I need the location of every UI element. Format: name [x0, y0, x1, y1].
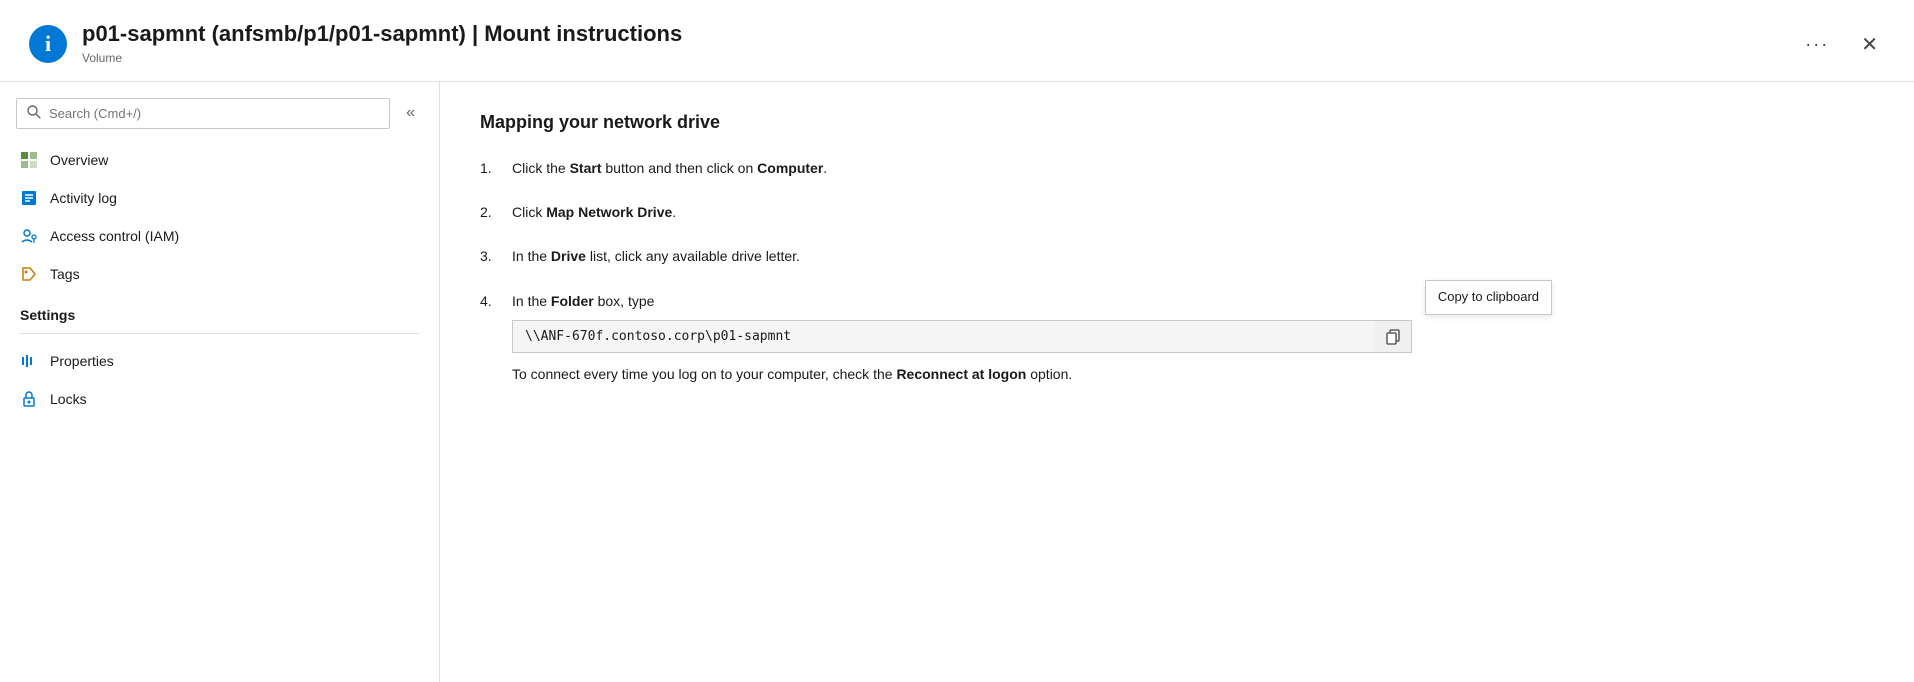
collapse-sidebar-button[interactable]: «: [398, 100, 423, 126]
iam-icon: [20, 227, 38, 245]
settings-section-header: Settings: [0, 293, 439, 329]
step-2-content: Click Map Network Drive.: [512, 201, 1874, 223]
sidebar-item-locks[interactable]: Locks: [0, 380, 439, 418]
page-header: i p01-sapmnt (anfsmb/p1/p01-sapmnt) | Mo…: [0, 0, 1914, 82]
step-1-bold-computer: Computer: [757, 160, 823, 176]
instruction-step-1: 1. Click the Start button and then click…: [480, 157, 1874, 179]
search-container: «: [0, 98, 439, 141]
sidebar-item-overview[interactable]: Overview: [0, 141, 439, 179]
step-2-bold-map: Map Network Drive: [546, 204, 672, 220]
reconnect-text: To connect every time you log on to your…: [512, 363, 1874, 385]
sidebar-item-locks-label: Locks: [50, 391, 87, 407]
instructions-list: 1. Click the Start button and then click…: [480, 157, 1874, 386]
sidebar-item-overview-label: Overview: [50, 152, 108, 168]
sidebar-item-properties-label: Properties: [50, 353, 114, 369]
sidebar-item-properties[interactable]: Properties: [0, 342, 439, 380]
page-subtitle: Volume: [82, 51, 682, 65]
svg-text:i: i: [45, 31, 51, 56]
step-3-bold-drive: Drive: [551, 248, 586, 264]
close-button[interactable]: ✕: [1853, 28, 1886, 61]
section-title: Mapping your network drive: [480, 112, 1874, 133]
step-4-content: In the Folder box, type Copy to clipboar…: [512, 290, 1874, 386]
sidebar-item-iam[interactable]: Access control (IAM): [0, 217, 439, 255]
info-icon: i: [28, 24, 68, 64]
step-4-bold-folder: Folder: [551, 293, 594, 309]
step-3-content: In the Drive list, click any available d…: [512, 245, 1874, 267]
settings-divider: [20, 333, 419, 334]
main-layout: « Overview: [0, 82, 1914, 682]
sidebar-item-tags-label: Tags: [50, 266, 80, 282]
step-1-bold-start: Start: [570, 160, 602, 176]
sidebar: « Overview: [0, 82, 440, 682]
step-1-content: Click the Start button and then click on…: [512, 157, 1874, 179]
overview-icon: [20, 151, 38, 169]
folder-input-row: Copy to clipboard: [512, 320, 1874, 353]
content-area: Mapping your network drive 1. Click the …: [440, 82, 1914, 682]
sidebar-item-iam-label: Access control (IAM): [50, 228, 179, 244]
instruction-step-3: 3. In the Drive list, click any availabl…: [480, 245, 1874, 267]
activity-log-icon: [20, 189, 38, 207]
step-3-number: 3.: [480, 245, 500, 267]
sidebar-item-activity-log-label: Activity log: [50, 190, 117, 206]
instruction-step-2: 2. Click Map Network Drive.: [480, 201, 1874, 223]
search-input[interactable]: [49, 106, 379, 121]
sidebar-item-activity-log[interactable]: Activity log: [0, 179, 439, 217]
step-2-number: 2.: [480, 201, 500, 223]
copy-tooltip: Copy to clipboard: [1425, 280, 1552, 315]
folder-path-input[interactable]: [512, 320, 1412, 353]
step-4-number: 4.: [480, 290, 500, 386]
search-icon: [27, 105, 41, 122]
sidebar-item-tags[interactable]: Tags: [0, 255, 439, 293]
step-1-number: 1.: [480, 157, 500, 179]
search-box[interactable]: [16, 98, 390, 129]
header-title-block: p01-sapmnt (anfsmb/p1/p01-sapmnt) | Moun…: [82, 20, 682, 65]
instruction-step-4: 4. In the Folder box, type Copy t: [480, 290, 1874, 386]
header-left: i p01-sapmnt (anfsmb/p1/p01-sapmnt) | Mo…: [28, 20, 682, 65]
locks-icon: [20, 390, 38, 408]
properties-icon: [20, 352, 38, 370]
header-actions: ··· ✕: [1797, 28, 1886, 61]
page-title: p01-sapmnt (anfsmb/p1/p01-sapmnt) | Moun…: [82, 20, 682, 49]
more-options-button[interactable]: ···: [1797, 30, 1837, 59]
copy-to-clipboard-button[interactable]: [1374, 320, 1412, 353]
reconnect-bold: Reconnect at logon: [896, 366, 1026, 382]
tags-icon: [20, 265, 38, 283]
